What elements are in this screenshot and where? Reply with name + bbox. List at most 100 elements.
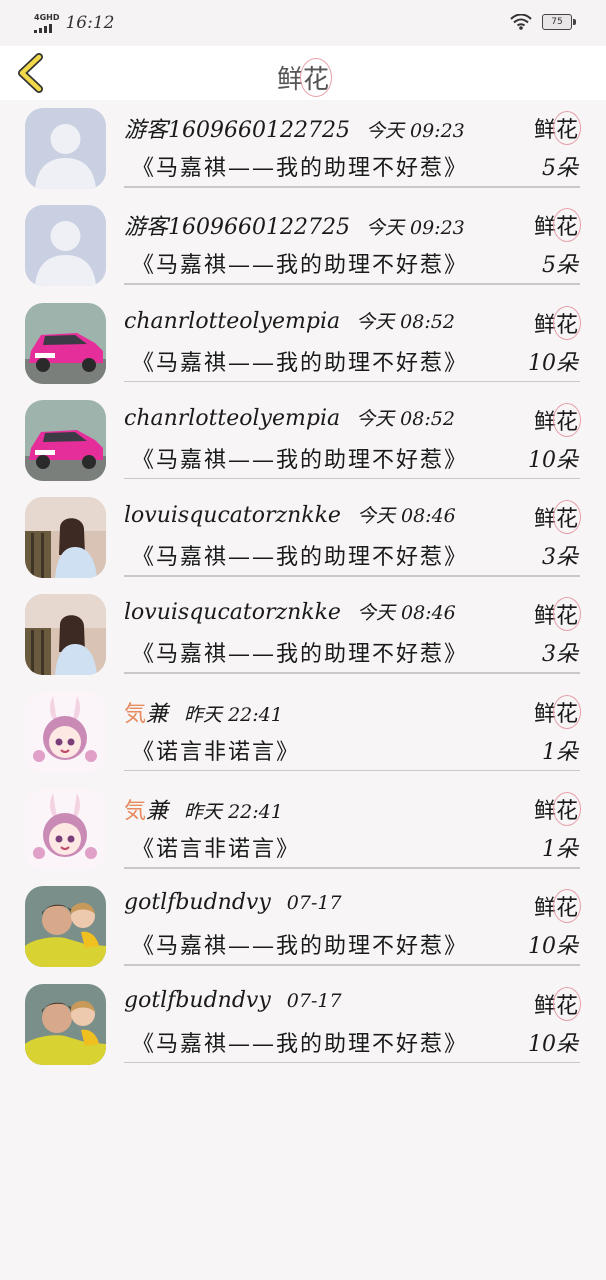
item-header: 気兼 昨天 22:41 bbox=[124, 696, 283, 728]
avatar[interactable] bbox=[25, 108, 106, 189]
divider bbox=[124, 867, 580, 869]
timestamp: 今天 09:23 bbox=[365, 120, 465, 142]
timestamp: 今天 08:46 bbox=[356, 505, 456, 528]
item-header: 気兼 昨天 22:41 bbox=[124, 793, 283, 825]
page-title: 鲜花 bbox=[0, 58, 606, 97]
flower-count: 10朵 bbox=[528, 1031, 578, 1057]
divider bbox=[124, 575, 580, 577]
item-header: gotlfbudndvy 07-17 bbox=[124, 890, 342, 915]
item-header: lovuisqucatorznkke 今天 08:46 bbox=[124, 501, 456, 528]
flower-count: 5朵 bbox=[542, 156, 578, 181]
timestamp: 07-17 bbox=[286, 989, 342, 1012]
book-title[interactable]: 《马嘉祺——我的助理不好惹》 bbox=[132, 247, 468, 279]
book-title[interactable]: 《马嘉祺——我的助理不好惹》 bbox=[132, 636, 468, 668]
divider bbox=[124, 380, 580, 383]
list-item[interactable]: 游客1609660122725 今天 09:23 鲜花 《马嘉祺——我的助理不好惹… bbox=[0, 197, 606, 294]
divider bbox=[124, 964, 580, 966]
divider bbox=[124, 672, 580, 674]
list-item[interactable]: lovuisqucatorznkke 今天 08:46 鲜花 《马嘉祺——我的助理… bbox=[0, 489, 606, 586]
timestamp: 07-17 bbox=[286, 892, 342, 915]
book-title[interactable]: 《诺言非诺言》 bbox=[132, 831, 300, 863]
timestamp: 昨天 22:41 bbox=[184, 703, 283, 726]
book-title[interactable]: 《马嘉祺——我的助理不好惹》 bbox=[132, 345, 468, 377]
flower-label: 鲜花 bbox=[534, 694, 582, 729]
flower-label: 鲜花 bbox=[534, 111, 582, 145]
flower-label: 鲜花 bbox=[534, 792, 582, 827]
flower-count: 10朵 bbox=[528, 350, 578, 376]
list-item[interactable]: 游客1609660122725 今天 09:23 鲜花 《马嘉祺——我的助理不好惹… bbox=[0, 100, 606, 197]
list-item[interactable]: gotlfbudndvy 07-17 鲜花 《马嘉祺——我的助理不好惹》 10朵 bbox=[0, 878, 606, 975]
list-item[interactable]: chanrlotteolyempia 今天 08:52 鲜花 《马嘉祺——我的助理… bbox=[0, 295, 606, 392]
list-item[interactable]: 気兼 昨天 22:41 鲜花 《诺言非诺言》 1朵 bbox=[0, 781, 606, 878]
book-title[interactable]: 《马嘉祺——我的助理不好惹》 bbox=[132, 928, 468, 960]
flower-label: 鲜花 bbox=[534, 597, 582, 632]
book-title[interactable]: 《马嘉祺——我的助理不好惹》 bbox=[132, 150, 468, 182]
status-bar: 4GHD 16:12 75 bbox=[0, 0, 606, 46]
wifi-icon bbox=[510, 14, 532, 30]
flower-count: 10朵 bbox=[528, 447, 578, 473]
flower-label: 鲜花 bbox=[534, 305, 582, 340]
item-header: 游客1609660122725 今天 09:23 bbox=[124, 209, 465, 241]
divider bbox=[124, 1061, 580, 1064]
flower-count: 1朵 bbox=[542, 739, 578, 765]
flower-label: 鲜花 bbox=[534, 500, 582, 535]
flower-label: 鲜花 bbox=[534, 889, 582, 924]
book-title[interactable]: 《马嘉祺——我的助理不好惹》 bbox=[132, 442, 468, 474]
list-item[interactable]: 気兼 昨天 22:41 鲜花 《诺言非诺言》 1朵 bbox=[0, 684, 606, 781]
status-left: 4GHD 16:12 bbox=[34, 13, 114, 33]
avatar[interactable] bbox=[25, 303, 106, 384]
timestamp: 今天 08:46 bbox=[356, 602, 456, 625]
flower-count: 1朵 bbox=[542, 837, 578, 863]
flower-count: 5朵 bbox=[542, 253, 578, 279]
username: lovuisqucatorznkke bbox=[124, 503, 341, 529]
username: 游客1609660122725 bbox=[124, 215, 350, 241]
timestamp: 昨天 22:41 bbox=[184, 801, 283, 824]
book-title[interactable]: 《马嘉祺——我的助理不好惹》 bbox=[132, 1026, 468, 1058]
divider bbox=[124, 186, 580, 188]
battery-icon: 75 bbox=[542, 14, 576, 30]
divider bbox=[124, 477, 580, 480]
list-item[interactable]: chanrlotteolyempia 今天 08:52 鲜花 《马嘉祺——我的助理… bbox=[0, 392, 606, 489]
avatar[interactable] bbox=[25, 984, 106, 1065]
item-header: chanrlotteolyempia 今天 08:52 bbox=[124, 307, 455, 334]
item-header: lovuisqucatorznkke 今天 08:46 bbox=[124, 598, 456, 625]
flower-count: 3朵 bbox=[542, 642, 578, 668]
divider bbox=[124, 283, 580, 285]
item-header: chanrlotteolyempia 今天 08:52 bbox=[124, 404, 455, 431]
item-header: 游客1609660122725 今天 09:23 bbox=[124, 112, 465, 144]
list-item[interactable]: lovuisqucatorznkke 今天 08:46 鲜花 《马嘉祺——我的助理… bbox=[0, 586, 606, 683]
avatar[interactable] bbox=[25, 400, 106, 481]
flower-label: 鲜花 bbox=[534, 208, 582, 243]
username: gotlfbudndvy bbox=[124, 890, 271, 916]
username: lovuisqucatorznkke bbox=[124, 600, 341, 626]
username: 游客1609660122725 bbox=[124, 118, 350, 143]
avatar[interactable] bbox=[25, 497, 106, 578]
flower-list: 游客1609660122725 今天 09:23 鲜花 《马嘉祺——我的助理不好惹… bbox=[0, 100, 606, 1073]
avatar[interactable] bbox=[25, 692, 106, 773]
flower-count: 10朵 bbox=[528, 934, 578, 960]
timestamp: 今天 09:23 bbox=[365, 217, 465, 240]
flower-label: 鲜花 bbox=[534, 402, 582, 437]
signal-icon: 4GHD bbox=[34, 12, 60, 33]
status-time: 16:12 bbox=[65, 13, 115, 33]
header: 鲜花 bbox=[0, 46, 606, 100]
avatar[interactable] bbox=[25, 886, 106, 967]
username: 気兼 bbox=[124, 701, 169, 727]
list-item[interactable]: gotlfbudndvy 07-17 鲜花 《马嘉祺——我的助理不好惹》 10朵 bbox=[0, 976, 606, 1073]
avatar[interactable] bbox=[25, 594, 106, 675]
divider bbox=[124, 769, 580, 772]
flower-label: 鲜花 bbox=[534, 986, 582, 1021]
username: 気兼 bbox=[124, 799, 169, 825]
status-right: 75 bbox=[510, 14, 576, 30]
book-title[interactable]: 《马嘉祺——我的助理不好惹》 bbox=[132, 539, 468, 571]
avatar[interactable] bbox=[25, 789, 106, 870]
avatar[interactable] bbox=[25, 205, 106, 286]
network-label: 4GHD bbox=[34, 12, 60, 22]
timestamp: 今天 08:52 bbox=[356, 407, 455, 430]
item-header: gotlfbudndvy 07-17 bbox=[124, 988, 342, 1013]
book-title[interactable]: 《诺言非诺言》 bbox=[132, 734, 300, 766]
username: chanrlotteolyempia bbox=[124, 308, 341, 334]
flower-count: 3朵 bbox=[542, 545, 578, 571]
username: gotlfbudndvy bbox=[124, 987, 271, 1013]
username: chanrlotteolyempia bbox=[124, 405, 341, 431]
